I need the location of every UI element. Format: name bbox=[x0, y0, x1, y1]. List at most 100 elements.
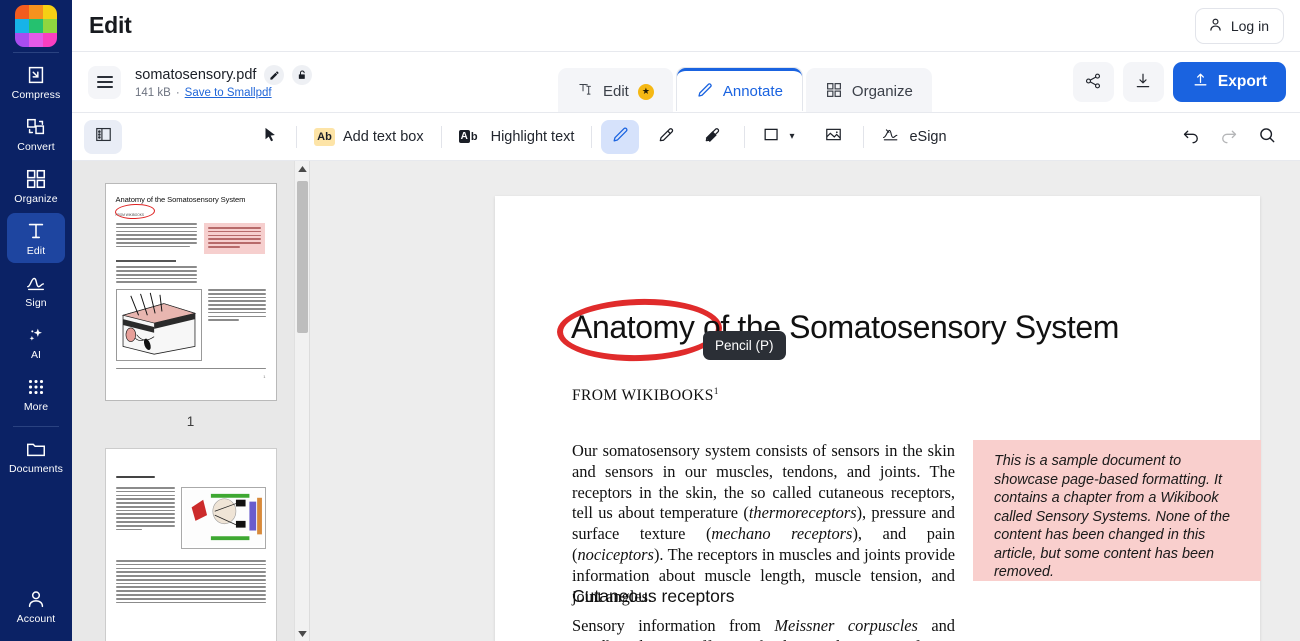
logo-swatch bbox=[29, 19, 43, 33]
rail-label: More bbox=[23, 401, 49, 413]
add-text-box-button[interactable]: Ab Add text box bbox=[306, 120, 432, 154]
logo-swatch bbox=[15, 33, 29, 47]
tab-organize[interactable]: Organize bbox=[805, 68, 932, 112]
esign-label: eSign bbox=[909, 128, 947, 145]
grid-dots-icon bbox=[25, 376, 47, 398]
tab-label: Annotate bbox=[722, 83, 783, 100]
doc-actions: Export bbox=[1072, 62, 1286, 102]
document-title: Anatomy of the Somatosensory System bbox=[571, 309, 1120, 345]
page-thumbnail[interactable] bbox=[104, 448, 277, 641]
toolbar-divider-2 bbox=[440, 125, 442, 148]
meta-separator: · bbox=[175, 87, 180, 99]
download-button[interactable] bbox=[1122, 62, 1164, 102]
cursor-arrow-icon bbox=[261, 126, 279, 148]
share-button[interactable] bbox=[1072, 62, 1114, 102]
file-size: 141 kB bbox=[135, 87, 171, 99]
logo-swatch bbox=[43, 19, 57, 33]
document-section-heading: Cutaneous receptors bbox=[572, 586, 735, 606]
pdf-page-1[interactable]: Anatomy of the Somatosensory System FROM… bbox=[495, 196, 1261, 641]
mini-body-2 bbox=[115, 560, 266, 604]
smallpdf-logo[interactable] bbox=[15, 5, 57, 47]
pencil-button[interactable] bbox=[601, 119, 640, 154]
rail-label: Convert bbox=[17, 141, 55, 153]
image-button[interactable] bbox=[814, 120, 852, 154]
file-meta-row: 141 kB · Save to Smallpdf bbox=[135, 87, 312, 99]
chevron-down-icon: ▾ bbox=[789, 131, 795, 142]
scroll-up-arrow[interactable] bbox=[295, 161, 309, 176]
thumbnail-scrollbar[interactable] bbox=[294, 161, 309, 641]
esign-button[interactable]: eSign bbox=[873, 120, 954, 154]
folder-icon bbox=[25, 438, 47, 460]
mini-figure-row-2 bbox=[115, 487, 266, 549]
mini-note-box bbox=[203, 223, 265, 254]
signature-icon bbox=[25, 272, 47, 294]
rail-item-account[interactable]: Account bbox=[7, 581, 65, 631]
unlock-icon[interactable] bbox=[292, 65, 313, 85]
rail-label: Compress bbox=[11, 89, 61, 101]
rail-divider-top bbox=[13, 52, 59, 53]
person-icon bbox=[1207, 16, 1224, 36]
logo-swatch bbox=[43, 5, 57, 19]
pen-icon bbox=[696, 81, 714, 103]
file-info: somatosensory.pdf 141 kB · Save to Small… bbox=[135, 65, 313, 99]
pdf-viewer[interactable]: Anatomy of the Somatosensory System FROM… bbox=[310, 161, 1300, 641]
pencil-tool-icon bbox=[611, 125, 630, 148]
document-note-box: This is a sample document to showcase pa… bbox=[973, 440, 1261, 581]
mini-reflex-diagram bbox=[180, 487, 266, 549]
sidebar-panel-icon bbox=[94, 125, 113, 148]
top-bar: Edit Log in bbox=[72, 0, 1300, 52]
image-icon bbox=[824, 125, 843, 148]
highlighter-button[interactable] bbox=[647, 120, 685, 154]
footnote-marker: 1 bbox=[713, 386, 719, 396]
mini-columns bbox=[115, 223, 266, 254]
panel-toggle-button[interactable] bbox=[84, 119, 122, 154]
rail-item-compress[interactable]: Compress bbox=[7, 57, 65, 107]
shape-button[interactable]: ▾ bbox=[754, 120, 802, 154]
undo-button[interactable] bbox=[1172, 120, 1210, 154]
rail-item-ai[interactable]: AI bbox=[7, 317, 65, 367]
export-button[interactable]: Export bbox=[1172, 62, 1286, 102]
login-button[interactable]: Log in bbox=[1194, 7, 1284, 44]
toolbar-divider-1 bbox=[296, 125, 297, 148]
thumbnail-item-1[interactable]: Anatomy of the Somatosensory System FROM… bbox=[72, 183, 309, 448]
mini-footnote bbox=[115, 368, 266, 370]
scroll-down-arrow[interactable] bbox=[295, 626, 309, 641]
download-icon bbox=[1134, 72, 1152, 93]
pencil-tooltip: Pencil (P) bbox=[703, 331, 786, 360]
tab-edit[interactable]: Edit ★ bbox=[558, 68, 673, 112]
redo-button[interactable] bbox=[1210, 120, 1248, 154]
rail-item-more[interactable]: More bbox=[7, 369, 65, 419]
sparkles-icon bbox=[25, 324, 47, 346]
thumbnail-item-2[interactable] bbox=[72, 448, 309, 641]
hamburger-icon[interactable] bbox=[88, 65, 121, 99]
highlight-icon: A b bbox=[458, 128, 483, 146]
select-cursor-button[interactable] bbox=[253, 120, 287, 154]
rail-item-organize[interactable]: Organize bbox=[7, 161, 65, 211]
tab-annotate[interactable]: Annotate bbox=[676, 68, 802, 112]
logo-swatch bbox=[15, 5, 29, 19]
highlight-text-button[interactable]: A b Highlight text bbox=[451, 120, 583, 154]
rail-item-sign[interactable]: Sign bbox=[7, 265, 65, 315]
toolbar-divider-4 bbox=[744, 125, 746, 148]
rail-item-convert[interactable]: Convert bbox=[7, 109, 65, 159]
rail-item-edit[interactable]: Edit bbox=[7, 213, 65, 263]
page-title: Edit bbox=[89, 12, 132, 38]
text-box-icon: Ab bbox=[314, 127, 335, 146]
logo-swatch bbox=[15, 19, 29, 33]
save-to-smallpdf-link[interactable]: Save to Smallpdf bbox=[185, 87, 272, 99]
app-root: Compress Convert Organize Edit Sign AI M… bbox=[0, 0, 1300, 641]
tab-label: Organize bbox=[851, 83, 913, 100]
pencil-edit-icon[interactable] bbox=[264, 65, 285, 85]
mini-body-col-2 bbox=[115, 266, 197, 284]
rail-label: Account bbox=[16, 613, 56, 625]
convert-icon bbox=[25, 116, 47, 138]
login-label: Log in bbox=[1230, 17, 1269, 34]
pro-star-badge: ★ bbox=[637, 83, 654, 100]
search-button[interactable] bbox=[1248, 120, 1286, 154]
page-thumbnail[interactable]: Anatomy of the Somatosensory System FROM… bbox=[104, 183, 277, 401]
rail-item-documents[interactable]: Documents bbox=[7, 431, 65, 481]
document-source: FROM WIKIBOOKS1 bbox=[572, 386, 719, 405]
eraser-button[interactable] bbox=[693, 120, 731, 154]
scrollbar-thumb[interactable] bbox=[297, 181, 308, 333]
compress-icon bbox=[25, 64, 47, 86]
